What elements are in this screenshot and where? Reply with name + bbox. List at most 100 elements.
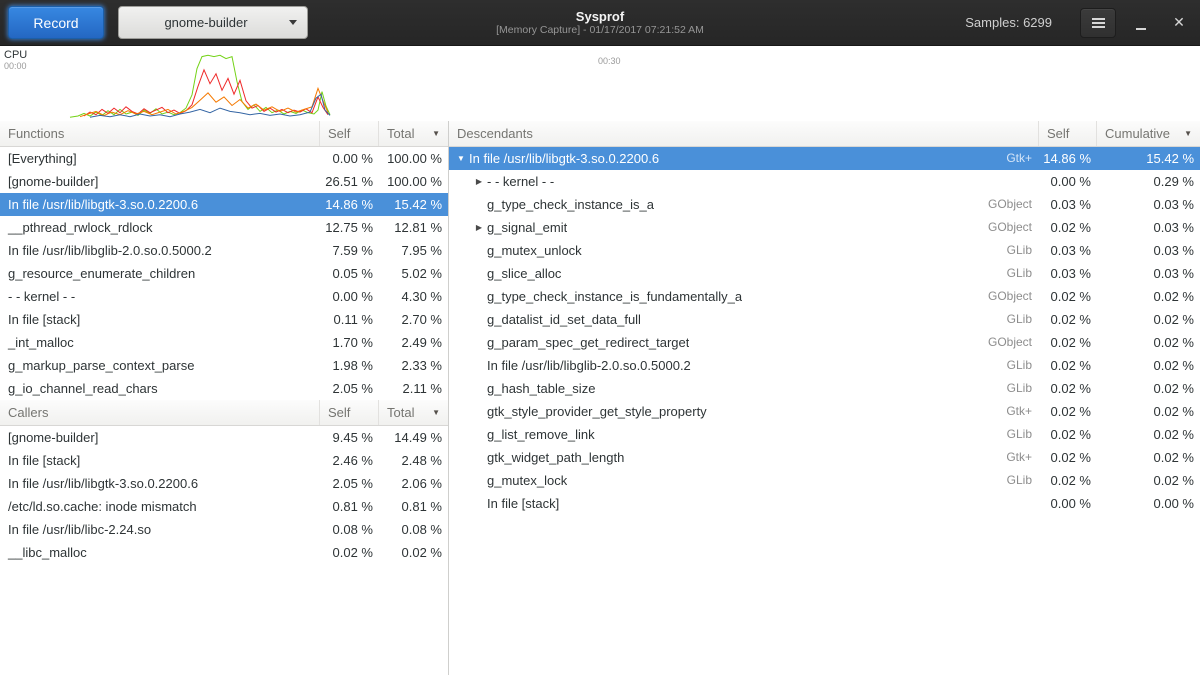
self-percent: 0.02 % [1039, 400, 1097, 423]
self-percent: 0.02 % [320, 541, 379, 564]
tree-row[interactable]: In file [stack]0.00 %0.00 % [449, 492, 1200, 515]
self-percent: 0.08 % [320, 518, 379, 541]
self-percent: 0.00 % [320, 285, 379, 308]
function-name: g_datalist_id_set_data_full [487, 308, 641, 331]
cumulative-percent: 0.03 % [1097, 193, 1200, 216]
cpu-series-cpu-red [84, 70, 328, 116]
table-row[interactable]: _int_malloc1.70 %2.49 % [0, 331, 448, 354]
self-percent: 0.02 % [1039, 423, 1097, 446]
tree-row[interactable]: In file /usr/lib/libglib-2.0.so.0.5000.2… [449, 354, 1200, 377]
function-name: [gnome-builder] [0, 426, 320, 449]
minimize-button[interactable] [1128, 8, 1154, 38]
function-name: g_list_remove_link [487, 423, 595, 446]
table-row[interactable]: g_io_channel_read_chars2.05 %2.11 % [0, 377, 448, 400]
self-percent: 0.00 % [1039, 170, 1097, 193]
tree-row[interactable]: ▶- - kernel - -0.00 %0.29 % [449, 170, 1200, 193]
total-percent: 14.49 % [379, 426, 448, 449]
tree-row[interactable]: g_mutex_lockGLib0.02 %0.02 % [449, 469, 1200, 492]
expander-icon[interactable]: ▼ [453, 147, 469, 170]
function-name: g_type_check_instance_is_a [487, 193, 654, 216]
table-row[interactable]: In file [stack]2.46 %2.48 % [0, 449, 448, 472]
self-percent: 2.05 % [320, 377, 379, 400]
record-button[interactable]: Record [8, 6, 104, 39]
process-selector-dropdown[interactable]: gnome-builder [118, 6, 308, 39]
tree-row[interactable]: g_type_check_instance_is_fundamentally_a… [449, 285, 1200, 308]
cpu-graph[interactable]: CPU 00:00 00:30 [0, 46, 1200, 121]
table-row[interactable]: [Everything]0.00 %100.00 % [0, 147, 448, 170]
headerbar: Record gnome-builder Sysprof [Memory Cap… [0, 0, 1200, 46]
column-header-cumulative[interactable]: Cumulative ▼ [1097, 121, 1200, 146]
table-row[interactable]: [gnome-builder]9.45 %14.49 % [0, 426, 448, 449]
cumulative-percent: 0.02 % [1097, 308, 1200, 331]
tree-row[interactable]: g_slice_allocGLib0.03 %0.03 % [449, 262, 1200, 285]
self-percent: 0.03 % [1039, 239, 1097, 262]
tree-row[interactable]: gtk_widget_path_lengthGtk+0.02 %0.02 % [449, 446, 1200, 469]
tree-row[interactable]: g_mutex_unlockGLib0.03 %0.03 % [449, 239, 1200, 262]
table-row[interactable]: In file /usr/lib/libgtk-3.so.0.2200.62.0… [0, 472, 448, 495]
column-header-functions[interactable]: Functions [0, 121, 320, 146]
function-name: _int_malloc [0, 331, 320, 354]
tree-row[interactable]: g_param_spec_get_redirect_targetGObject0… [449, 331, 1200, 354]
tree-row[interactable]: g_list_remove_linkGLib0.02 %0.02 % [449, 423, 1200, 446]
tree-row[interactable]: gtk_style_provider_get_style_propertyGtk… [449, 400, 1200, 423]
table-row[interactable]: - - kernel - -0.00 %4.30 % [0, 285, 448, 308]
table-row[interactable]: g_markup_parse_context_parse1.98 %2.33 % [0, 354, 448, 377]
self-percent: 0.02 % [1039, 308, 1097, 331]
total-percent: 2.11 % [379, 377, 448, 400]
self-percent: 0.02 % [1039, 446, 1097, 469]
table-row[interactable]: __libc_malloc0.02 %0.02 % [0, 541, 448, 564]
self-percent: 9.45 % [320, 426, 379, 449]
tree-row[interactable]: g_datalist_id_set_data_fullGLib0.02 %0.0… [449, 308, 1200, 331]
column-header-descendants[interactable]: Descendants [449, 121, 1039, 146]
column-header-self[interactable]: Self [320, 121, 379, 146]
function-name: __libc_malloc [0, 541, 320, 564]
function-name: g_io_channel_read_chars [0, 377, 320, 400]
library-category: GObject [978, 331, 1039, 354]
callers-table-header: Callers Self Total ▼ [0, 400, 448, 426]
column-header-callers[interactable]: Callers [0, 400, 320, 425]
table-row[interactable]: __pthread_rwlock_rdlock12.75 %12.81 % [0, 216, 448, 239]
column-header-total[interactable]: Total ▼ [379, 121, 448, 146]
library-category: GLib [997, 308, 1039, 331]
function-name: g_slice_alloc [487, 262, 561, 285]
column-header-self[interactable]: Self [1039, 121, 1097, 146]
total-percent: 15.42 % [379, 193, 448, 216]
tree-row[interactable]: g_type_check_instance_is_aGObject0.03 %0… [449, 193, 1200, 216]
self-percent: 0.03 % [1039, 262, 1097, 285]
table-row[interactable]: g_resource_enumerate_children0.05 %5.02 … [0, 262, 448, 285]
cumulative-percent: 0.02 % [1097, 469, 1200, 492]
cumulative-percent: 0.03 % [1097, 216, 1200, 239]
descendants-table-header: Descendants Self Cumulative ▼ [449, 121, 1200, 147]
time-label-start: 00:00 [4, 61, 27, 71]
library-category: GObject [978, 285, 1039, 308]
table-row[interactable]: /etc/ld.so.cache: inode mismatch0.81 %0.… [0, 495, 448, 518]
function-name: g_resource_enumerate_children [0, 262, 320, 285]
self-percent: 0.02 % [1039, 354, 1097, 377]
expander-icon[interactable]: ▶ [471, 170, 487, 193]
table-row[interactable]: In file /usr/lib/libglib-2.0.so.0.5000.2… [0, 239, 448, 262]
column-header-total-label: Total [387, 126, 414, 141]
column-header-self[interactable]: Self [320, 400, 379, 425]
self-percent: 1.98 % [320, 354, 379, 377]
tree-row[interactable]: ▼In file /usr/lib/libgtk-3.so.0.2200.6Gt… [449, 147, 1200, 170]
tree-row[interactable]: g_hash_table_sizeGLib0.02 %0.02 % [449, 377, 1200, 400]
function-name: In file [stack] [487, 492, 559, 515]
main-content: Functions Self Total ▼ [Everything]0.00 … [0, 121, 1200, 675]
minimize-icon [1136, 28, 1146, 30]
table-row[interactable]: In file /usr/lib/libgtk-3.so.0.2200.614.… [0, 193, 448, 216]
library-category: GObject [978, 193, 1039, 216]
menu-button[interactable] [1080, 8, 1116, 38]
sort-arrow-icon: ▼ [1184, 129, 1192, 138]
table-row[interactable]: In file [stack]0.11 %2.70 % [0, 308, 448, 331]
cumulative-percent: 0.02 % [1097, 400, 1200, 423]
self-percent: 0.81 % [320, 495, 379, 518]
table-row[interactable]: In file /usr/lib/libc-2.24.so0.08 %0.08 … [0, 518, 448, 541]
table-row[interactable]: [gnome-builder]26.51 %100.00 % [0, 170, 448, 193]
tree-row[interactable]: ▶g_signal_emitGObject0.02 %0.03 % [449, 216, 1200, 239]
function-name: gtk_style_provider_get_style_property [487, 400, 707, 423]
expander-icon[interactable]: ▶ [471, 216, 487, 239]
self-percent: 7.59 % [320, 239, 379, 262]
close-button[interactable]: ✕ [1166, 8, 1192, 38]
header-right-cluster: Samples: 6299 ✕ [965, 8, 1192, 38]
column-header-total[interactable]: Total ▼ [379, 400, 448, 425]
